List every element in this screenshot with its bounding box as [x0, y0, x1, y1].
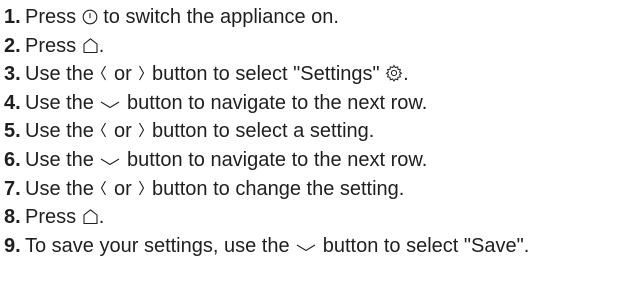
chevron-down-icon [99, 99, 121, 111]
instruction-step: 2. Press . [4, 32, 642, 61]
settings-gear-icon [385, 64, 403, 83]
step-text: To save your settings, use the button to… [25, 232, 642, 261]
instruction-steps-list: 1. Press to switch the appliance on. 2. Pre… [0, 0, 642, 260]
step-text-segment: button to select "Save". [317, 234, 530, 257]
step-text-segment: to switch the appliance on. [97, 6, 339, 28]
step-text-segment: Use the [25, 120, 100, 143]
step-text-segment: . [403, 63, 409, 86]
step-number: 2. [4, 34, 21, 57]
step-text: Use the button to navigate to the next r… [25, 146, 642, 175]
step-number: 1. [4, 6, 21, 28]
step-text-segment: or [108, 120, 138, 143]
step-text: Press . [25, 203, 642, 232]
step-text-segment: or [108, 63, 138, 86]
chevron-down-icon [99, 156, 121, 168]
home-icon [82, 37, 99, 54]
step-text-segment: Press [25, 206, 82, 229]
step-text-segment: button to change the setting. [146, 177, 405, 200]
step-number: 3. [4, 63, 21, 86]
step-text-segment: . [98, 206, 105, 229]
instruction-step: 3. Use the or button to select "Settings"… [4, 60, 642, 89]
step-text-segment: button to navigate to the next row. [121, 91, 428, 114]
instruction-step: 6. Use the button to navigate to the next… [4, 146, 642, 175]
instruction-step: 8. Press . [4, 203, 642, 232]
step-text-segment: . [98, 34, 105, 57]
step-text: Press to switch the appliance on. [25, 3, 642, 32]
step-text: Use the or button to change the setting. [25, 175, 642, 204]
instruction-step: 1. Press to switch the appliance on. [4, 3, 642, 32]
step-number: 5. [4, 120, 21, 143]
step-text-segment: button to select "Settings" [146, 63, 386, 86]
step-text-segment: button to navigate to the next row. [121, 148, 428, 171]
step-text-segment: Use the [25, 91, 100, 114]
step-text: Use the button to navigate to the next r… [25, 89, 642, 118]
step-text: Use the or button to select "Settings" . [25, 60, 642, 89]
home-icon [82, 208, 99, 225]
instruction-page: 1. Press to switch the appliance on. 2. Pre… [0, 0, 642, 296]
step-text: Press . [25, 32, 642, 61]
step-text-segment: Use the [25, 148, 100, 171]
step-number: 6. [4, 148, 21, 171]
step-number: 9. [4, 234, 21, 257]
step-text: Use the or button to select a setting. [25, 117, 642, 146]
chevron-down-icon [295, 242, 317, 254]
step-text-segment: Press [25, 6, 82, 28]
instruction-step: 7. Use the or button to change the settin… [4, 175, 642, 204]
step-text-segment: Use the [25, 177, 100, 200]
step-number: 8. [4, 206, 21, 229]
step-number: 7. [4, 177, 21, 200]
step-number: 4. [4, 91, 21, 114]
step-text-segment: Press [25, 34, 82, 57]
power-icon [82, 9, 98, 25]
step-text-segment: To save your settings, use the [25, 234, 296, 257]
instruction-step: 5. Use the or button to select a setting. [4, 117, 642, 146]
step-text-segment: Use the [25, 63, 100, 86]
step-text-segment: or [108, 177, 138, 200]
step-text-segment: button to select a setting. [146, 120, 375, 143]
instruction-step: 4. Use the button to navigate to the next… [4, 89, 642, 118]
instruction-step: 9. To save your settings, use the button … [4, 232, 642, 261]
